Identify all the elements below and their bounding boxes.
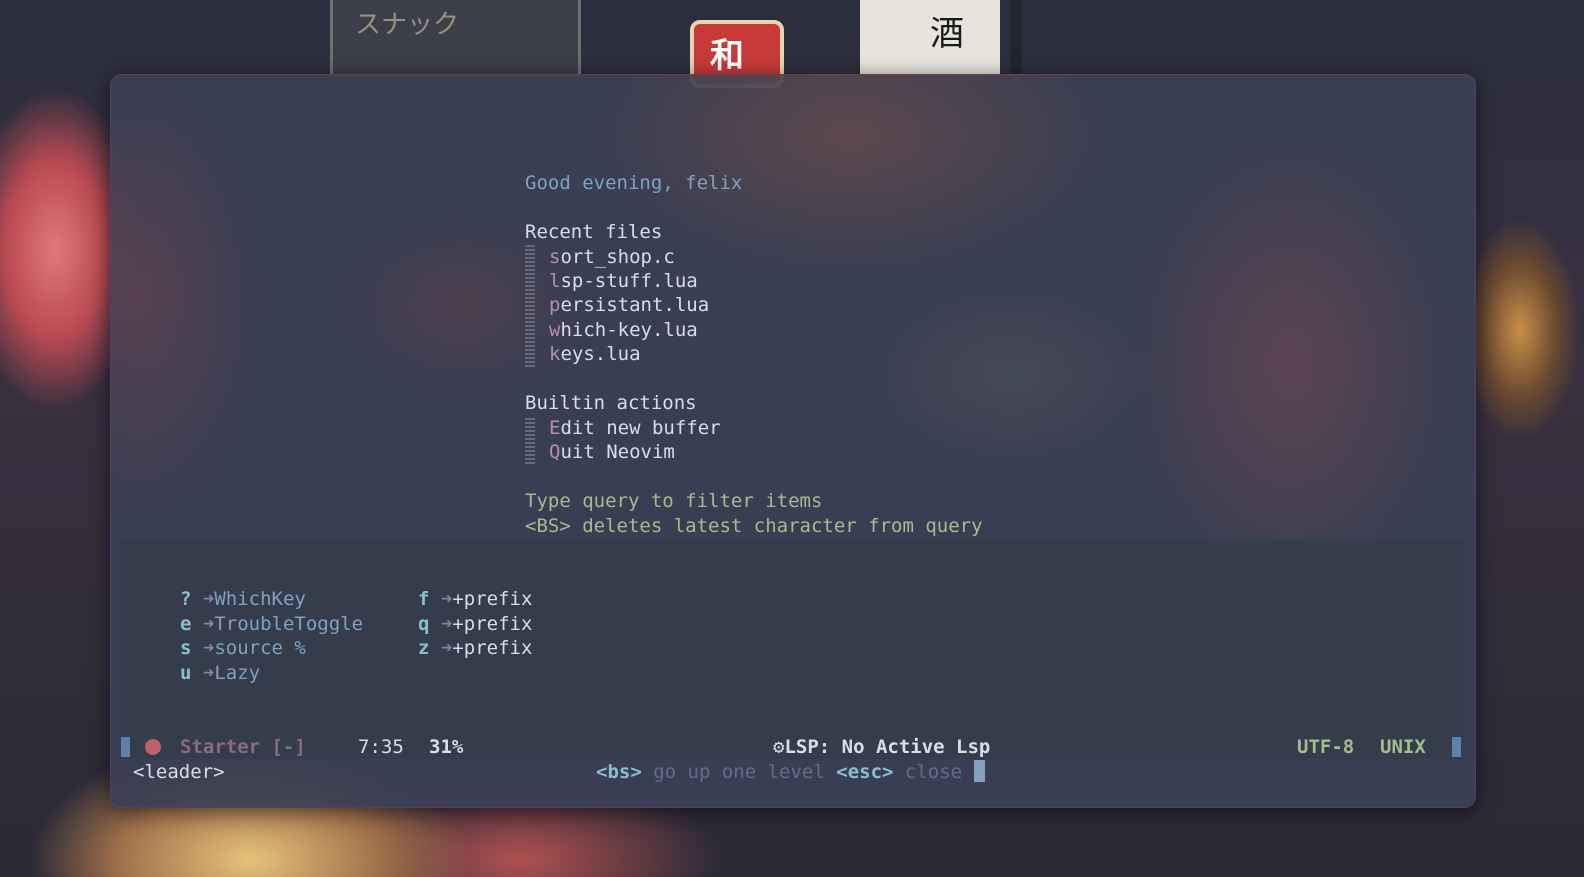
mapping-desc: source %	[214, 637, 306, 659]
which-key-group[interactable]: z ➜+prefix	[418, 636, 532, 660]
white-sign-text: 酒	[930, 14, 964, 54]
which-key-help: <bs> go up one level <esc> close	[596, 760, 985, 784]
mapping-key: z	[418, 637, 430, 659]
which-key-mapping[interactable]: s ➜source %	[180, 636, 306, 660]
arrow-right-icon: ➜	[202, 613, 215, 635]
mapping-key: q	[418, 613, 430, 635]
recent-file-item[interactable]: sort_shop.c	[549, 245, 675, 269]
mapping-key: e	[180, 613, 192, 635]
bs-desc: go up one level	[653, 761, 825, 783]
esc-desc: close	[904, 761, 963, 783]
builtin-actions-header: Builtin actions	[525, 392, 697, 414]
item-label: eys.lua	[560, 343, 641, 365]
statusline-percent: 31%	[429, 736, 464, 758]
greeting: Good evening, felix	[525, 172, 743, 194]
which-key-mapping[interactable]: ? ➜WhichKey	[180, 587, 306, 611]
recent-files-header: Recent files	[525, 221, 663, 243]
starter-dashboard[interactable]: Good evening, felix Recent files sort_sh…	[111, 75, 1475, 540]
statusline-filename: Starter [-]	[180, 736, 306, 758]
leader-indicator: <leader>	[133, 761, 225, 783]
recent-file-item[interactable]: keys.lua	[549, 342, 641, 366]
which-key-panel: ? ➜WhichKey e ➜TroubleToggle s ➜source %…	[121, 540, 1465, 735]
mapping-desc: +prefix	[452, 613, 533, 635]
mapping-desc: Lazy	[214, 662, 261, 684]
cursor-block	[973, 760, 985, 782]
which-key-mapping[interactable]: e ➜TroubleToggle	[180, 612, 363, 636]
item-key: s	[549, 246, 561, 268]
statusline-left-mark	[121, 737, 130, 757]
command-line[interactable]: <leader> <bs> go up one level <esc> clos…	[121, 759, 1465, 785]
bug-icon	[145, 739, 161, 755]
statusline-position: 7:35	[358, 736, 404, 758]
item-label: ersistant.lua	[560, 294, 710, 316]
arrow-right-icon: ➜	[202, 662, 215, 684]
esc-key: <esc>	[836, 761, 894, 783]
statusline: Starter [-] 7:35 31% ⚙LSP: No Active Lsp…	[121, 735, 1465, 759]
arrow-right-icon: ➜	[202, 637, 215, 659]
item-label: uit Neovim	[560, 441, 675, 463]
builtin-actions-indent-guide	[525, 416, 535, 464]
statusline-fileformat: UNIX	[1380, 736, 1426, 758]
statusline-lsp: ⚙LSP: No Active Lsp	[773, 735, 990, 759]
lsp-status-text: LSP: No Active Lsp	[784, 736, 991, 758]
action-quit-neovim[interactable]: Quit Neovim	[549, 440, 675, 464]
item-key: Q	[549, 441, 561, 463]
arrow-right-icon: ➜	[440, 588, 453, 610]
which-key-group[interactable]: q ➜+prefix	[418, 612, 532, 636]
arrow-right-icon: ➜	[440, 637, 453, 659]
mapping-key: ?	[180, 588, 192, 610]
item-label: hich-key.lua	[560, 319, 698, 341]
white-sign: 酒	[860, 0, 1000, 74]
item-label: ort_shop.c	[560, 246, 675, 268]
recent-files-indent-guide	[525, 245, 535, 367]
snack-sign-text: スナック	[355, 10, 460, 40]
street-pole	[1010, 0, 1022, 74]
which-key-group[interactable]: f ➜+prefix	[418, 587, 532, 611]
item-key: l	[549, 270, 561, 292]
item-key: p	[549, 294, 561, 316]
recent-file-item[interactable]: which-key.lua	[549, 318, 698, 342]
statusline-right-mark	[1452, 737, 1461, 757]
mapping-desc: +prefix	[452, 588, 533, 610]
mapping-desc: TroubleToggle	[214, 613, 364, 635]
recent-file-item[interactable]: lsp-stuff.lua	[549, 269, 698, 293]
mapping-key: u	[180, 662, 192, 684]
action-edit-new-buffer[interactable]: Edit new buffer	[549, 416, 721, 440]
mapping-desc: +prefix	[452, 637, 533, 659]
neovim-window[interactable]: Good evening, felix Recent files sort_sh…	[110, 74, 1476, 808]
query-hint: Type query to filter items	[525, 490, 823, 512]
arrow-right-icon: ➜	[202, 588, 215, 610]
which-key-mapping[interactable]: u ➜Lazy	[180, 661, 260, 685]
snack-sign: スナック	[330, 0, 581, 77]
item-key: E	[549, 417, 561, 439]
bs-key: <bs>	[596, 761, 642, 783]
mapping-desc: WhichKey	[214, 588, 306, 610]
gear-icon: ⚙	[773, 736, 785, 758]
item-label: sp-stuff.lua	[560, 270, 698, 292]
red-sign-text: 和	[710, 36, 744, 76]
arrow-right-icon: ➜	[440, 613, 453, 635]
mapping-key: f	[418, 588, 430, 610]
backspace-hint: <BS> deletes latest character from query	[525, 515, 983, 537]
item-label: dit new buffer	[560, 417, 721, 439]
item-key: w	[549, 319, 561, 341]
statusline-encoding: UTF-8	[1297, 736, 1355, 758]
mapping-key: s	[180, 637, 192, 659]
recent-file-item[interactable]: persistant.lua	[549, 293, 709, 317]
item-key: k	[549, 343, 561, 365]
